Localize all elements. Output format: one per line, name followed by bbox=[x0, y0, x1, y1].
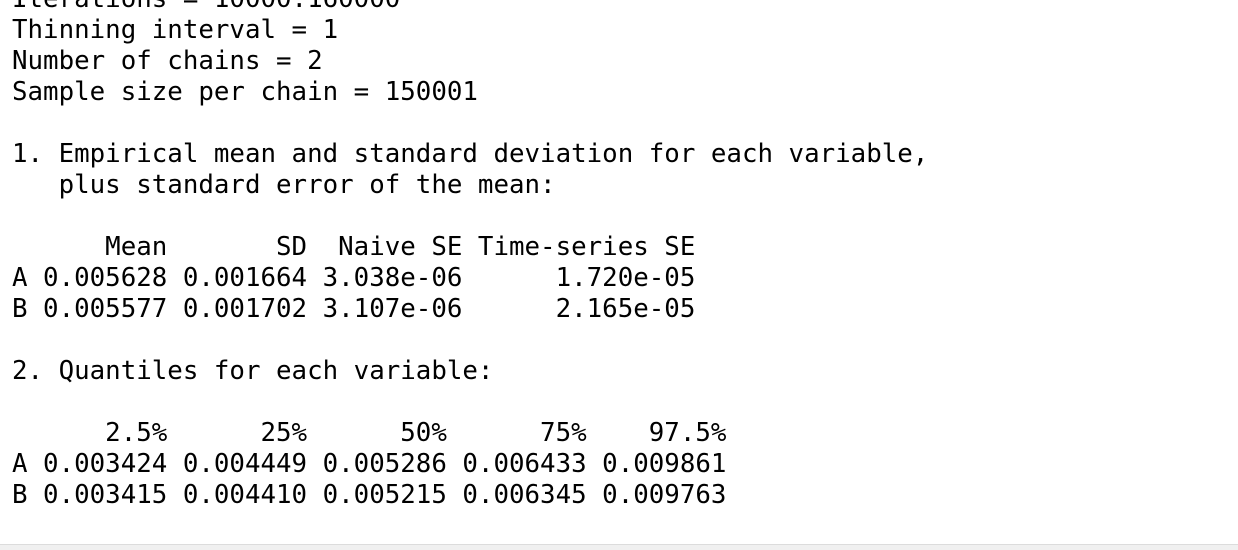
section-2-heading: 2. Quantiles for each variable: bbox=[12, 356, 494, 386]
section-1-heading-cont: plus standard error of the mean: bbox=[12, 170, 556, 200]
sample-size-line: Sample size per chain = 150001 bbox=[12, 77, 478, 107]
quantiles-table-row: B 0.003415 0.004410 0.005215 0.006345 0.… bbox=[12, 480, 727, 510]
iterations-line: Iterations = 10000:160000 bbox=[12, 0, 928, 15]
console-output[interactable]: Iterations = 10000:160000 Thinning inter… bbox=[0, 0, 1238, 544]
thinning-interval-line: Thinning interval = 1 bbox=[12, 15, 339, 45]
stats-table-row: A 0.005628 0.001664 3.038e-06 1.720e-05 bbox=[12, 263, 696, 293]
stats-table-row: B 0.005577 0.001702 3.107e-06 2.165e-05 bbox=[12, 294, 696, 324]
stats-table-header: Mean SD Naive SE Time-series SE bbox=[12, 232, 696, 262]
panel-bottom-edge bbox=[0, 544, 1238, 550]
number-of-chains-line: Number of chains = 2 bbox=[12, 46, 323, 76]
console-text-block: Iterations = 10000:160000 Thinning inter… bbox=[12, 0, 928, 511]
quantiles-table-row: A 0.003424 0.004449 0.005286 0.006433 0.… bbox=[12, 449, 727, 479]
quantiles-table-header: 2.5% 25% 50% 75% 97.5% bbox=[12, 418, 727, 448]
section-1-heading: 1. Empirical mean and standard deviation… bbox=[12, 139, 929, 169]
